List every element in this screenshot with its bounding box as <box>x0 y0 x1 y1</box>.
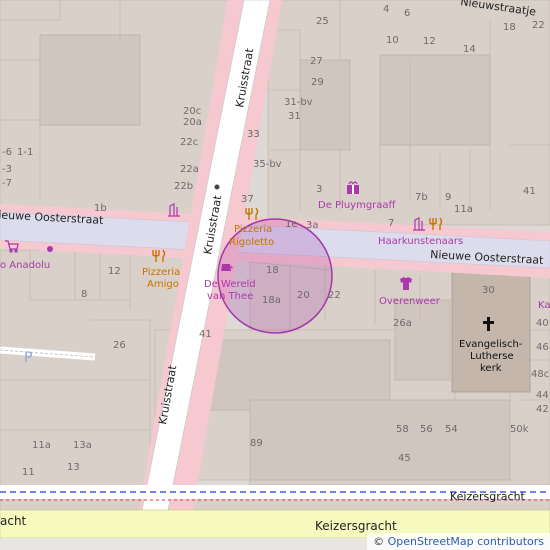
house-number: 54 <box>445 424 458 435</box>
house-number: 20a <box>183 117 202 128</box>
pizzeria-amigo-label-2: Amigo <box>147 279 179 290</box>
house-number: 89 <box>250 438 263 449</box>
house-number: 10 <box>386 35 399 46</box>
house-number: 22b <box>174 181 193 192</box>
osm-contributors-link[interactable]: OpenStreetMap contributors <box>388 535 544 548</box>
house-number: 27 <box>310 56 323 67</box>
house-number: 11a <box>454 204 473 215</box>
house-number: 11a <box>32 440 51 451</box>
house-number: 20c <box>183 106 201 117</box>
house-number: 40 <box>536 318 549 329</box>
house-number: 41 <box>523 186 536 197</box>
pizzeria-rigoletto-label-2: Rigoletto <box>229 237 274 248</box>
house-number: 22 <box>328 290 341 301</box>
house-number: -6 <box>2 147 12 158</box>
map-view[interactable]: Kruisstraat Kruisstraat Kruisstraat Nieu… <box>0 0 550 550</box>
acht-label: acht <box>0 514 27 528</box>
house-number: 18 <box>266 265 279 276</box>
house-number: 41 <box>199 329 212 340</box>
house-number: 48c <box>531 369 549 380</box>
haarkunstenaars-label: Haarkunstenaars <box>378 236 463 247</box>
keizersgracht-label-upper: Keizersgracht <box>450 490 526 503</box>
house-number: 44 <box>536 390 549 401</box>
house-number: 33 <box>247 129 260 140</box>
point-dot-icon <box>214 184 220 190</box>
keizersgracht-label-lower: Keizersgracht <box>315 519 397 533</box>
house-number: 12 <box>423 36 436 47</box>
anadolu-label: o Anadolu <box>0 260 50 271</box>
house-number: 3 <box>316 184 322 195</box>
house-number: 29 <box>311 77 324 88</box>
house-number: 6 <box>404 8 410 19</box>
church-label-3: kerk <box>480 363 502 374</box>
shop-dot-icon[interactable] <box>47 246 53 252</box>
copyright-symbol: © <box>373 535 385 548</box>
house-number: 11 <box>22 467 35 478</box>
house-number: 22a <box>180 164 199 175</box>
house-number: 1b <box>94 203 107 214</box>
de-wereld-van-thee-label-1: De Wereld <box>204 279 256 290</box>
attribution: © OpenStreetMap contributors <box>367 533 550 550</box>
house-number: 31 <box>288 111 301 122</box>
house-number: 7b <box>415 192 428 203</box>
house-number: 46 <box>536 342 549 353</box>
house-number: 22 <box>532 20 545 31</box>
house-number: 1-1 <box>17 147 33 158</box>
house-number: 25 <box>316 16 329 27</box>
house-number: 20 <box>297 290 310 301</box>
house-number: 18 <box>503 22 516 33</box>
house-number: 50k <box>510 424 529 435</box>
pizzeria-rigoletto-label-1: Pizzeria <box>234 224 272 235</box>
house-number: 22c <box>180 137 198 148</box>
house-number: 12 <box>108 266 121 277</box>
house-number: 18a <box>262 295 281 306</box>
house-number: 37 <box>241 194 254 205</box>
house-number: 3a <box>306 220 319 231</box>
ka-label: Ka <box>538 300 550 311</box>
parking-icon[interactable]: P <box>24 350 32 366</box>
house-number: 14 <box>463 44 476 55</box>
house-number: 56 <box>420 424 433 435</box>
house-number: 9 <box>445 192 451 203</box>
house-number: 13a <box>73 440 92 451</box>
house-number: 30 <box>482 285 495 296</box>
house-number: 26a <box>393 318 412 329</box>
house-number: 8 <box>81 289 87 300</box>
house-number: 1e <box>285 219 298 230</box>
house-number: 58 <box>396 424 409 435</box>
gift-icon[interactable] <box>347 181 359 194</box>
house-number: 7 <box>388 218 394 229</box>
house-number: 35-bv <box>253 159 282 170</box>
pizzeria-amigo-label-1: Pizzeria <box>142 267 180 278</box>
church-label-1: Evangelisch- <box>459 339 523 350</box>
house-number: -3 <box>2 164 12 175</box>
house-number: -7 <box>2 178 12 189</box>
house-number: 26 <box>113 340 126 351</box>
de-pluymgraaff-label: De Pluymgraaff <box>318 200 397 211</box>
house-number: 45 <box>398 453 411 464</box>
church-label-2: Lutherse <box>470 351 514 362</box>
overenweer-label: Overenweer <box>379 296 441 307</box>
house-number: 42 <box>536 404 549 415</box>
house-number: 13 <box>67 462 80 473</box>
de-wereld-van-thee-label-2: van Thee <box>207 291 253 302</box>
map-canvas[interactable]: Kruisstraat Kruisstraat Kruisstraat Nieu… <box>0 0 550 550</box>
house-number: 31-bv <box>284 97 313 108</box>
house-number: 4 <box>383 4 389 15</box>
